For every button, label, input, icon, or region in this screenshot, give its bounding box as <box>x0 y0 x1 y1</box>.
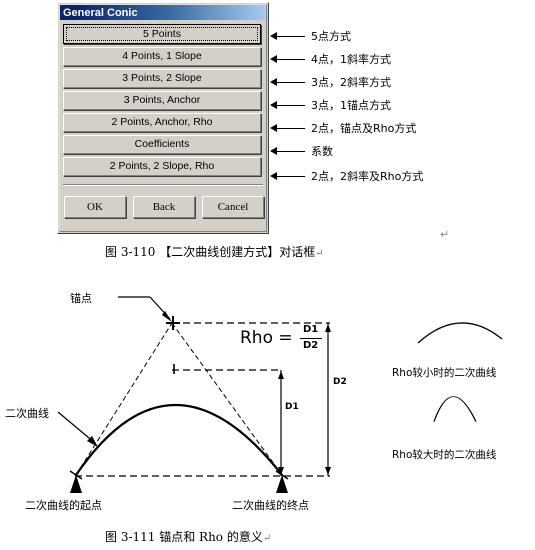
example-caption-large-rho: Rho较大时的二次曲线 <box>392 449 497 461</box>
example-curve-large-rho <box>433 396 477 422</box>
example-caption-small-rho: Rho较小时的二次曲线 <box>392 367 497 379</box>
paragraph-mark-icon: ↵ <box>440 229 450 241</box>
ok-button[interactable]: OK <box>64 196 126 218</box>
figure-3-111-caption-text: 图 3-111 锚点和 Rho 的意义 <box>105 530 263 544</box>
back-button[interactable]: Back <box>133 196 195 218</box>
conic-curve <box>74 403 284 477</box>
d2-label: D2 <box>333 377 347 387</box>
callout-leader-line <box>277 127 305 129</box>
callout-label: 5点方式 <box>311 30 351 43</box>
arrow-left-icon <box>270 101 277 109</box>
callout-leader-line <box>277 58 305 60</box>
figure-3-110-caption: 图 3-110 【二次曲线创建方式】对话框↵ <box>105 243 324 260</box>
option-button-2-points-2-slope-rho[interactable]: 2 Points, 2 Slope, Rho <box>63 157 261 176</box>
option-button-3-points-2-slope[interactable]: 3 Points, 2 Slope <box>63 69 261 88</box>
rho-fraction: D1 D2 <box>299 324 322 353</box>
rho-formula-lhs: Rho = <box>240 328 293 349</box>
dialog-separator <box>63 184 263 186</box>
option-button-3-points-anchor[interactable]: 3 Points, Anchor <box>63 91 261 110</box>
callout-coefficients: 系数 <box>270 144 333 158</box>
callout-label: 3点，2斜率方式 <box>311 76 391 89</box>
arrow-left-icon <box>270 147 277 155</box>
callout-3-points-2-slope: 3点，2斜率方式 <box>270 75 391 89</box>
conic-option-list: 5 Points 4 Points, 1 Slope 3 Points, 2 S… <box>63 24 263 179</box>
diagram-svg <box>57 296 503 493</box>
callout-leader-line <box>277 175 305 177</box>
d1-arrow-top <box>278 371 284 379</box>
dialog-title: General Conic <box>63 6 138 19</box>
cancel-button[interactable]: Cancel <box>202 196 264 218</box>
figure-3-111-caption: 图 3-111 锚点和 Rho 的意义↵ <box>105 528 271 545</box>
paragraph-mark-icon: ↵ <box>262 533 272 544</box>
arrow-left-icon <box>270 55 277 63</box>
rho-numerator: D1 <box>303 324 319 335</box>
d2-arrow-bottom <box>325 467 331 475</box>
figure-3-110-caption-text: 图 3-110 【二次曲线创建方式】对话框 <box>105 245 316 259</box>
callout-label: 3点，1锚点方式 <box>311 99 391 112</box>
callout-label: 2点，2斜率及Rho方式 <box>311 170 424 183</box>
callout-leader-line <box>277 150 305 152</box>
general-conic-dialog: General Conic 5 Points 4 Points, 1 Slope… <box>57 2 269 234</box>
callout-2-points-anchor-rho: 2点，锚点及Rho方式 <box>270 121 416 135</box>
anchor-point-label: 锚点 <box>70 292 92 305</box>
d1-label: D1 <box>285 402 299 412</box>
option-button-4-points-1-slope[interactable]: 4 Points, 1 Slope <box>63 47 261 66</box>
paragraph-mark-icon: ↵ <box>315 248 324 259</box>
construction-line-left <box>75 322 173 476</box>
option-button-2-points-anchor-rho[interactable]: 2 Points, Anchor, Rho <box>63 113 261 132</box>
dialog-action-row: OK Back Cancel <box>64 196 264 218</box>
rho-formula: Rho = D1 D2 <box>240 324 322 353</box>
fraction-bar <box>299 337 322 339</box>
example-curve-small-rho <box>417 322 503 344</box>
callout-4-points-1-slope: 4点，1斜率方式 <box>270 52 391 66</box>
callout-label: 系数 <box>311 145 333 158</box>
arrow-left-icon <box>270 32 277 40</box>
d2-arrow-top <box>325 324 331 332</box>
arrow-left-icon <box>270 78 277 86</box>
callout-5-points: 5点方式 <box>270 29 351 43</box>
callout-leader-line <box>277 35 305 37</box>
callout-leader-line <box>277 81 305 83</box>
callout-2-points-2-slope-rho: 2点，2斜率及Rho方式 <box>270 169 423 183</box>
arrow-left-icon <box>270 172 277 180</box>
option-button-5-points[interactable]: 5 Points <box>63 24 261 44</box>
rho-denominator: D2 <box>303 340 319 351</box>
curve-leader-line <box>57 411 96 444</box>
callout-leader-line <box>277 104 305 106</box>
option-button-coefficients[interactable]: Coefficients <box>63 135 261 154</box>
anchor-rho-diagram: 锚点 二次曲线 二次曲线的起点 二次曲线的终点 D1 D2 <box>0 275 535 520</box>
end-point-label: 二次曲线的终点 <box>232 499 309 512</box>
callout-label: 4点，1斜率方式 <box>311 53 391 66</box>
callout-label: 2点，锚点及Rho方式 <box>311 122 417 135</box>
start-point-label: 二次曲线的起点 <box>25 499 102 512</box>
dialog-titlebar[interactable]: General Conic <box>60 5 265 20</box>
conic-curve-label: 二次曲线 <box>5 407 49 420</box>
callout-3-points-anchor: 3点，1锚点方式 <box>270 98 391 112</box>
arrow-left-icon <box>270 124 277 132</box>
